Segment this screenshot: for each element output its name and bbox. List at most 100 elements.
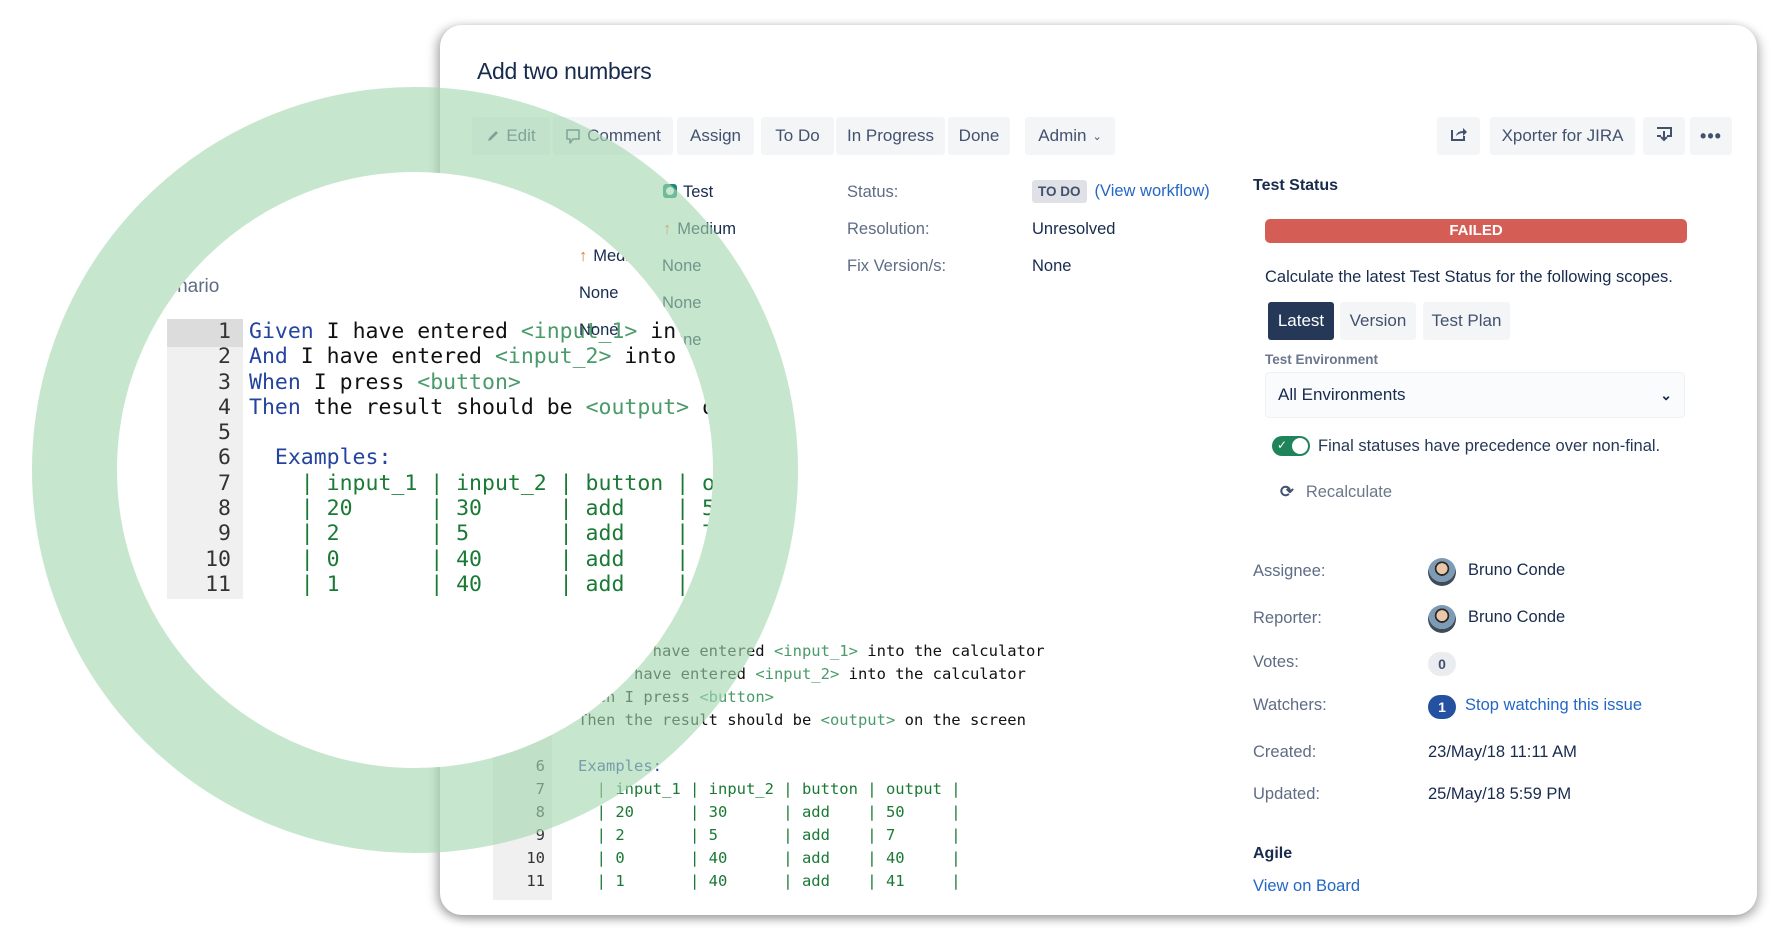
table-row: | 2 | 5 | add | 7 | xyxy=(300,521,713,547)
issue-priority: ↑ Medium xyxy=(663,220,736,238)
table-row: | 20 | 30 | add | 50 | xyxy=(300,496,713,522)
magnified-header-fragment: ber xyxy=(179,214,208,236)
assign-label: Assign xyxy=(689,126,742,145)
table-row: | 2 | 5 | add | 7 | xyxy=(596,826,961,844)
share-icon xyxy=(1450,126,1468,147)
votes-badge[interactable]: 0 xyxy=(1428,652,1456,676)
comment-bubble-icon xyxy=(565,128,581,145)
table-row: | input_1 | input_2 | button | output | xyxy=(596,780,961,798)
code-line: Given I have entered <input_1> into the … xyxy=(249,319,703,344)
resolution-label: Resolution: xyxy=(847,220,930,238)
view-workflow-link[interactable]: (View workflow) xyxy=(1095,182,1210,200)
table-row: | input_1 | input_2 | button | output | xyxy=(300,470,713,496)
table-row: | 0 | 40 | add | 40 | xyxy=(300,546,713,572)
assignee-avatar xyxy=(1428,558,1456,586)
updated-value: 25/May/18 5:59 PM xyxy=(1428,785,1572,803)
code-line: When I press <button> xyxy=(249,369,521,395)
more-dots-icon: ••• xyxy=(1700,125,1722,146)
test-status-description: Calculate the latest Test Status for the… xyxy=(1265,268,1673,286)
test-environment-label: Test Environment xyxy=(1265,352,1379,367)
more-actions-button[interactable]: ••• xyxy=(1690,117,1732,155)
status-value: TO DO (View workflow) xyxy=(1032,180,1210,203)
in-progress-transition-button[interactable]: In Progress xyxy=(836,117,945,155)
edit-label: Edit xyxy=(506,126,536,145)
code-line: And I have entered <input_2> into the ca… xyxy=(249,344,713,370)
resolution-value: Unresolved xyxy=(1032,220,1116,238)
table-row: | 0 | 40 | add | 40 | xyxy=(596,849,961,867)
edit-button[interactable]: Edit xyxy=(472,117,550,155)
fix-version-label: Fix Version/s: xyxy=(847,257,947,275)
code-line: Then the result should be <output> on th… xyxy=(578,711,1026,729)
recalculate-button[interactable]: ⟳ Recalculate xyxy=(1280,482,1392,502)
magnified-detail-peek: None xyxy=(579,284,619,302)
updated-label: Updated: xyxy=(1253,785,1320,803)
stop-watching-link[interactable]: Stop watching this issue xyxy=(1465,696,1642,715)
test-status-result: FAILED xyxy=(1265,219,1687,243)
todo-label: To Do xyxy=(775,126,820,145)
issue-type: Test xyxy=(663,183,713,202)
assignee-value[interactable]: Bruno Conde xyxy=(1468,561,1565,580)
assignee-label: Assignee: xyxy=(1253,562,1326,580)
assign-button[interactable]: Assign xyxy=(677,117,754,155)
magnified-scenario-code: Given I have entered <input_1> into the … xyxy=(249,319,713,597)
code-line: Examples: xyxy=(249,445,392,471)
test-environment-select[interactable]: All Environments ⌄ xyxy=(1265,372,1685,418)
chevron-down-icon: ⌄ xyxy=(1660,386,1672,403)
chevron-down-icon: ⌄ xyxy=(1092,130,1102,143)
reporter-avatar xyxy=(1428,605,1456,633)
table-row: | 1 | 40 | add | 41 | xyxy=(596,872,961,890)
priority-arrow-up-icon: ↑ xyxy=(663,220,672,238)
download-button[interactable] xyxy=(1643,117,1685,155)
created-value: 23/May/18 11:11 AM xyxy=(1428,743,1577,761)
watchers-badge[interactable]: 1 xyxy=(1428,695,1456,719)
xporter-label: Xporter for JIRA xyxy=(1501,126,1624,145)
magnified-scenario-label: cenario xyxy=(157,276,220,297)
view-on-board-link[interactable]: View on Board xyxy=(1253,877,1360,896)
test-type-icon xyxy=(663,184,677,198)
examples-keyword: Examples: xyxy=(578,757,662,775)
scope-tab-latest[interactable]: Latest xyxy=(1268,302,1334,340)
code-line: And I have entered <input_2> into the ca… xyxy=(578,665,1026,683)
magnified-line-numbers: 1 2 3 4 5 6 7 8 9 10 11 xyxy=(205,319,231,597)
watchers-label: Watchers: xyxy=(1253,696,1327,714)
reporter-label: Reporter: xyxy=(1253,609,1322,627)
test-environment-value: All Environments xyxy=(1278,385,1406,404)
fix-version-value: None xyxy=(1032,257,1072,275)
reporter-value[interactable]: Bruno Conde xyxy=(1468,608,1565,627)
comment-label: Comment xyxy=(587,126,661,145)
share-button[interactable] xyxy=(1437,117,1480,155)
agile-heading: Agile xyxy=(1253,845,1293,862)
todo-transition-button[interactable]: To Do xyxy=(761,117,834,155)
admin-dropdown-button[interactable]: Admin ⌄ xyxy=(1025,117,1115,155)
line-numbers-small: 6 7 8 9 10 11 xyxy=(526,757,545,890)
examples-table-small: Examples: | input_1 | input_2 | button |… xyxy=(578,755,961,893)
magnified-priority-peek: ↑ Medium xyxy=(579,247,652,265)
in-progress-label: In Progress xyxy=(847,126,934,145)
final-status-toggle[interactable]: ✓ xyxy=(1272,436,1310,456)
download-icon xyxy=(1656,126,1672,147)
issue-title: Add two numbers xyxy=(477,58,652,84)
refresh-icon: ⟳ xyxy=(1280,483,1294,501)
admin-label: Admin xyxy=(1038,126,1087,145)
detail-value: None xyxy=(662,257,702,275)
magnifier-lens: ber cenario 1 2 3 4 5 6 7 8 9 10 11 Give… xyxy=(117,172,713,768)
code-line: Then the result should be <output> on th… xyxy=(249,394,713,420)
status-label: Status: xyxy=(847,183,899,201)
comment-button[interactable]: Comment xyxy=(553,117,673,155)
done-transition-button[interactable]: Done xyxy=(948,117,1010,155)
table-row: | 20 | 30 | add | 50 | xyxy=(596,803,961,821)
recalculate-label: Recalculate xyxy=(1305,483,1393,501)
magnified-detail-peek: None xyxy=(579,321,619,339)
final-status-toggle-label: Final statuses have precedence over non-… xyxy=(1318,437,1661,455)
votes-label: Votes: xyxy=(1253,653,1299,671)
created-label: Created: xyxy=(1253,743,1317,761)
table-row: | 1 | 40 | add | 41 | xyxy=(300,571,713,597)
test-status-heading: Test Status xyxy=(1253,177,1339,194)
pencil-icon xyxy=(486,129,500,143)
xporter-button[interactable]: Xporter for JIRA xyxy=(1490,117,1635,155)
detail-value: None xyxy=(662,294,702,312)
scope-tab-test-plan[interactable]: Test Plan xyxy=(1423,302,1510,340)
scope-tab-version[interactable]: Version xyxy=(1340,302,1416,340)
check-icon: ✓ xyxy=(1277,438,1288,452)
done-label: Done xyxy=(958,126,1000,145)
